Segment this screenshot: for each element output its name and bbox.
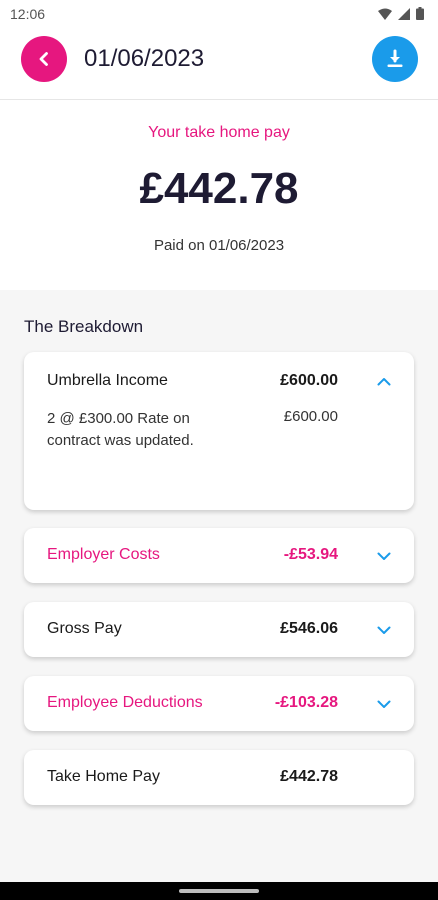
employer-costs-label: Employer Costs xyxy=(47,546,160,563)
employer-costs-value: -£53.94 xyxy=(283,546,338,563)
employer-costs-card[interactable]: Employer Costs -£53.94 xyxy=(24,528,414,583)
paid-on-date: Paid on 01/06/2023 xyxy=(153,237,285,254)
section-title: The Breakdown xyxy=(24,317,144,336)
status-time: 12:06 xyxy=(10,6,46,22)
home-gesture-pill[interactable] xyxy=(179,889,259,893)
system-nav-bar xyxy=(0,882,438,900)
take-home-summary: Your take home pay £442.78 Paid on 01/06… xyxy=(0,100,438,290)
page-title: 01/06/2023 xyxy=(84,45,205,72)
back-button[interactable] xyxy=(21,36,67,82)
umbrella-income-card[interactable]: Umbrella Income £600.00 2 @ £300.00 Rate… xyxy=(24,352,414,510)
chevron-up-icon[interactable] xyxy=(376,373,392,389)
umbrella-income-label: Umbrella Income xyxy=(47,372,168,389)
download-button[interactable] xyxy=(372,36,418,82)
employee-deductions-value: -£103.28 xyxy=(274,694,338,711)
take-home-label: Your take home pay xyxy=(148,124,290,141)
employee-deductions-label: Employee Deductions xyxy=(47,694,203,711)
gross-pay-value: £546.06 xyxy=(280,620,338,637)
take-home-pay-label: Take Home Pay xyxy=(47,768,160,785)
take-home-amount: £442.78 xyxy=(139,164,299,213)
take-home-pay-value: £442.78 xyxy=(280,768,338,785)
umbrella-detail-value: £600.00 xyxy=(283,408,338,425)
wifi-icon xyxy=(378,8,392,20)
umbrella-detail-text: 2 @ £300.00 Rate on contract was updated… xyxy=(47,410,194,449)
status-icons xyxy=(378,7,424,20)
signal-icon xyxy=(398,7,410,20)
app-header: 01/06/2023 xyxy=(0,28,438,100)
chevron-down-icon[interactable] xyxy=(376,548,392,564)
gross-pay-label: Gross Pay xyxy=(47,620,122,637)
status-bar: 12:06 xyxy=(0,0,438,28)
breakdown-section: The Breakdown Umbrella Income £600.00 2 … xyxy=(0,290,438,882)
battery-icon xyxy=(416,7,424,20)
chevron-left-icon xyxy=(39,52,48,66)
chevron-down-icon[interactable] xyxy=(376,622,392,638)
gross-pay-card[interactable]: Gross Pay £546.06 xyxy=(24,602,414,657)
umbrella-income-value: £600.00 xyxy=(280,372,338,389)
take-home-pay-card: Take Home Pay £442.78 xyxy=(24,750,414,805)
chevron-down-icon[interactable] xyxy=(376,696,392,712)
download-icon xyxy=(387,49,403,67)
employee-deductions-card[interactable]: Employee Deductions -£103.28 xyxy=(24,676,414,731)
